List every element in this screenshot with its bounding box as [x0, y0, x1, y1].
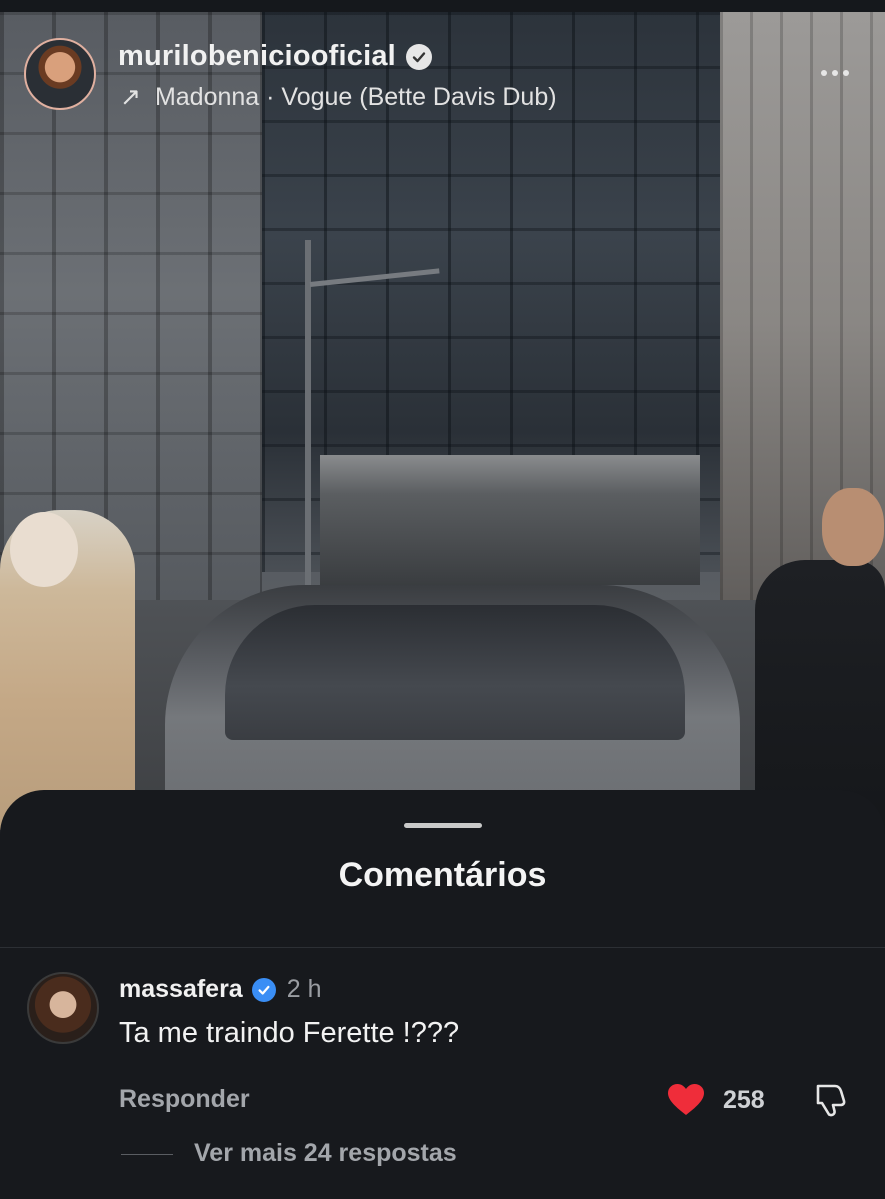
- comment-text: Ta me traindo Ferette !???: [119, 1017, 460, 1049]
- reel-video-frame[interactable]: [0, 0, 885, 860]
- divider: [0, 947, 885, 948]
- building-entrance: [320, 455, 700, 585]
- more-options-button[interactable]: [815, 60, 855, 86]
- audio-track-label: Madonna · Vogue (Bette Davis Dub): [154, 82, 557, 111]
- woman-head: [10, 512, 78, 587]
- ellipsis-icon: [832, 70, 838, 76]
- commenter-username[interactable]: massafera: [119, 975, 243, 1004]
- status-strip: [0, 0, 885, 12]
- owner-username[interactable]: murilobeniciooficial: [118, 40, 396, 73]
- commenter-avatar[interactable]: [27, 972, 99, 1044]
- comment-timestamp: 2 h: [286, 975, 322, 1003]
- sheet-drag-handle[interactable]: [404, 823, 482, 828]
- verified-badge-icon: [405, 43, 432, 70]
- street-lamp: [305, 240, 311, 590]
- thumbs-down-icon[interactable]: [813, 1082, 847, 1118]
- sheet-title: Comentários: [338, 856, 547, 894]
- replies-connector-line: [121, 1154, 173, 1155]
- comments-sheet: Comentários massafera 2 h Ta me traindo …: [0, 790, 885, 1199]
- comment-header: massafera 2 h: [119, 975, 321, 1004]
- owner-row: murilobeniciooficial: [118, 40, 432, 73]
- arrow-up-right-icon: ↗: [120, 83, 141, 111]
- verified-badge-icon: [251, 977, 276, 1002]
- ellipsis-icon: [843, 70, 849, 76]
- view-more-replies-button[interactable]: Ver mais 24 respostas: [194, 1139, 457, 1168]
- reply-button[interactable]: Responder: [119, 1085, 250, 1114]
- heart-icon[interactable]: [667, 1083, 705, 1117]
- owner-avatar[interactable]: [24, 38, 96, 110]
- audio-track[interactable]: ↗ Madonna · Vogue (Bette Davis Dub): [120, 82, 557, 112]
- like-count: 258: [723, 1086, 765, 1114]
- car-windshield: [225, 605, 685, 740]
- man-head: [822, 488, 884, 566]
- ellipsis-icon: [821, 70, 827, 76]
